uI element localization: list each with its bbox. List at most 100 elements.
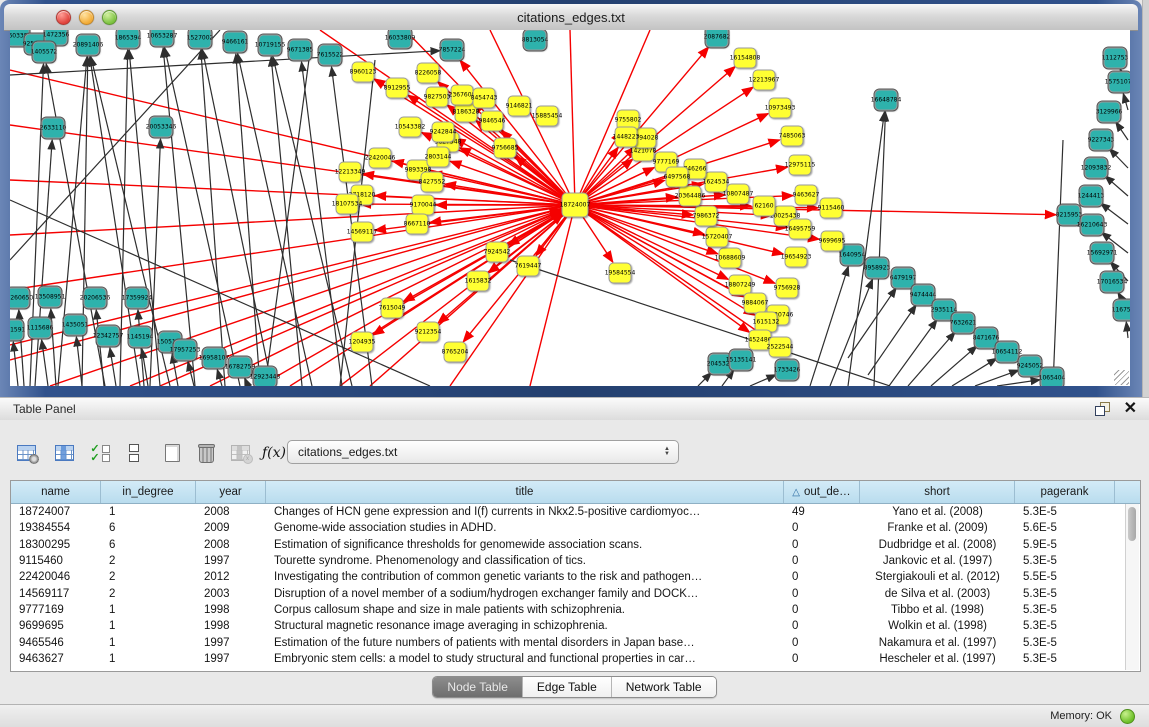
cell[interactable]: 0 [784,620,860,632]
graph-node[interactable]: 1865394 [117,30,140,49]
cell[interactable]: 18724007 [11,506,101,518]
column-header-short[interactable]: short [860,481,1015,503]
cell[interactable]: 5.3E-5 [1015,555,1115,567]
memory-status-icon[interactable] [1120,709,1135,724]
tab-network-table[interactable]: Network Table [612,677,716,697]
graph-node[interactable]: 9827503 [426,87,449,108]
graph-node[interactable]: 9146821 [508,96,531,117]
graph-node[interactable]: 7485063 [781,126,804,147]
graph-node[interactable]: 10973493 [769,98,792,119]
graph-node[interactable]: 1624534 [705,172,728,193]
graph-node[interactable]: 1065404 [1041,368,1064,387]
scrollbar-thumb[interactable] [1128,507,1136,541]
network-canvas[interactable]: 1603380925305414723561405572208914061865… [10,30,1130,386]
cell[interactable]: 0 [784,555,860,567]
graph-node[interactable]: 1145194 [129,327,152,348]
cell[interactable]: Corpus callosum shape and size in male p… [266,604,784,616]
cell[interactable]: 2003 [196,588,266,600]
cell[interactable]: Investigating the contribution of common… [266,571,784,583]
cell[interactable]: 5.3E-5 [1015,588,1115,600]
row-height-icon[interactable] [121,440,147,466]
cell[interactable]: Structural magnetic resonance image aver… [266,620,784,632]
cell[interactable]: 0 [784,522,860,534]
graph-node[interactable]: 9115460 [820,198,843,219]
close-panel-icon[interactable]: ✕ [1124,402,1137,416]
graph-node[interactable]: 7924542 [486,242,509,263]
cell[interactable]: 0 [784,637,860,649]
graph-node[interactable]: 8471676 [975,328,998,349]
cell[interactable]: Genome-wide association studies in ADHD. [266,522,784,534]
graph-node[interactable]: 8226058 [417,63,440,84]
table-row[interactable]: 1938455462009Genome-wide association stu… [11,520,1140,536]
graph-node[interactable]: 12975115 [789,155,812,176]
graph-node[interactable]: 15135141 [730,350,753,371]
graph-node[interactable]: 9463627 [795,185,818,206]
cell[interactable]: 2012 [196,571,266,583]
cell[interactable]: 1998 [196,620,266,632]
table-row[interactable]: 1830029562008Estimation of significance … [11,537,1140,553]
cell[interactable]: Yano et al. (2008) [860,506,1015,518]
cell[interactable]: 5.3E-5 [1015,506,1115,518]
cell[interactable]: 1 [101,653,196,665]
cell[interactable]: 18300295 [11,539,101,551]
table-row[interactable]: 1456911722003Disruption of a novel membe… [11,585,1140,601]
table-row[interactable]: 2242004622012Investigating the contribut… [11,569,1140,585]
cell[interactable]: 2009 [196,522,266,534]
cell[interactable]: 5.6E-5 [1015,522,1115,534]
cell[interactable]: 2 [101,571,196,583]
graph-node[interactable]: 13508951 [39,287,62,308]
graph-node[interactable]: 15751074 [1109,72,1131,93]
cell[interactable]: 5.9E-5 [1015,539,1115,551]
graph-node[interactable]: 8912955 [386,78,409,99]
graph-node[interactable]: 10654112 [996,342,1019,363]
table-row[interactable]: 946362711997Embryonic stem cells: a mode… [11,651,1140,667]
graph-node[interactable]: 19654923 [785,247,808,268]
graph-node[interactable]: 16210643 [1081,215,1104,236]
graph-node[interactable]: 10719155 [259,35,282,56]
graph-node[interactable]: 20891406 [77,35,100,56]
graph-node[interactable]: 2633110 [42,118,65,139]
graph-node[interactable]: 19584554 [609,263,632,284]
cell[interactable]: 1997 [196,653,266,665]
graph-node[interactable]: 15720407 [706,227,729,248]
cell[interactable]: 22420046 [11,571,101,583]
graph-node[interactable]: 17359924 [126,288,149,309]
graph-node[interactable]: 12213349 [339,162,362,183]
column-header-pagerank[interactable]: pagerank [1015,481,1115,503]
graph-node[interactable]: 1615832 [467,271,490,292]
column-header-in_degree[interactable]: in_degree [101,481,196,503]
graph-node[interactable]: 12342757 [97,326,120,347]
cell[interactable]: 1 [101,620,196,632]
graph-node[interactable]: 10653287 [151,30,174,47]
graph-node[interactable]: 8765204 [444,342,467,363]
cell[interactable]: Embryonic stem cells: a model to study s… [266,653,784,665]
graph-node[interactable]: 9466161 [224,32,247,53]
cell[interactable]: 2008 [196,539,266,551]
graph-node[interactable]: 8427552 [421,172,444,193]
cell[interactable]: Tourette syndrome. Phenomenology and cla… [266,555,784,567]
table-row[interactable]: 1872400712008Changes of HCN gene express… [11,504,1140,520]
table-settings-icon[interactable] [13,440,39,466]
graph-node[interactable]: 9227343 [1090,130,1113,151]
graph-node[interactable]: 8813054 [524,30,547,51]
cell[interactable]: 1 [101,637,196,649]
cell[interactable]: 9115460 [11,555,101,567]
graph-node[interactable]: 8958923 [866,258,889,279]
graph-node[interactable]: 7632621 [952,313,975,334]
graph-node[interactable]: 6479197 [892,268,915,289]
graph-node[interactable]: 18107534 [336,194,359,215]
cell[interactable]: Nakamura et al. (1997) [860,637,1015,649]
cell[interactable]: Changes of HCN gene expression and I(f) … [266,506,784,518]
tab-node-table[interactable]: Node Table [433,677,523,697]
cell[interactable]: 9465546 [11,637,101,649]
graph-node[interactable]: 15692971 [1091,243,1114,264]
graph-node[interactable]: 12213967 [753,70,776,91]
cell[interactable]: Tibbo et al. (1998) [860,604,1015,616]
column-header-year[interactable]: year [196,481,266,503]
graph-node[interactable]: 9170044 [412,195,435,216]
float-panel-icon[interactable] [1095,402,1110,416]
graph-node[interactable]: 1244413 [1080,186,1103,207]
graph-node[interactable]: 9756685 [494,138,517,159]
delete-table-icon[interactable] [193,440,219,466]
cell[interactable]: 6 [101,522,196,534]
